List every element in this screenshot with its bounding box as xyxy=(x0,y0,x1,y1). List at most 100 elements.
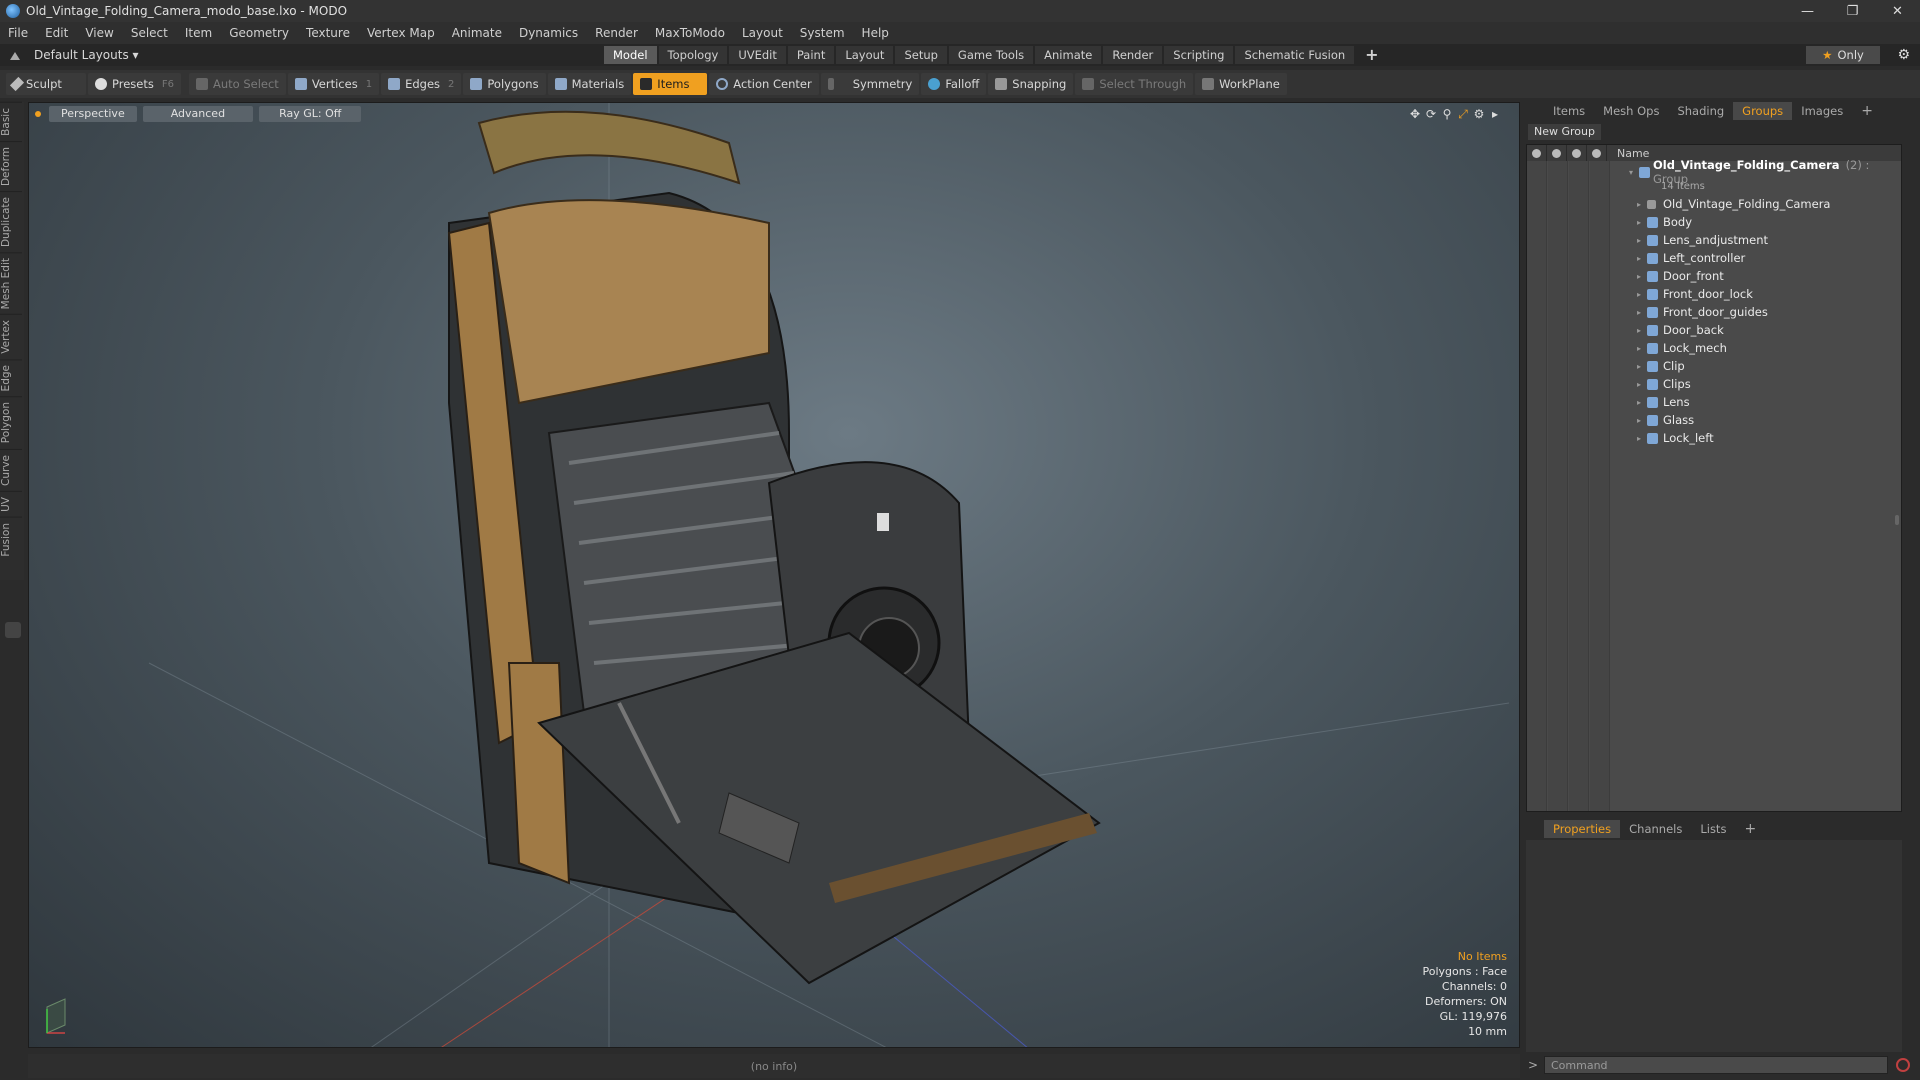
expand-icon[interactable]: ▸ xyxy=(1637,398,1641,407)
snapping-button[interactable]: Snapping xyxy=(988,73,1074,95)
menu-system[interactable]: System xyxy=(800,26,845,40)
menu-view[interactable]: View xyxy=(85,26,113,40)
gear-icon[interactable]: ⚙ xyxy=(1897,47,1910,63)
tooltab-duplicate[interactable]: Duplicate xyxy=(0,190,22,252)
vertices-button[interactable]: Vertices 1 xyxy=(287,73,380,95)
menu-vertex-map[interactable]: Vertex Map xyxy=(367,26,435,40)
action-center-button[interactable]: Action Center xyxy=(709,73,819,95)
expand-icon[interactable]: ▸ xyxy=(1637,416,1641,425)
menu-maxtomodo[interactable]: MaxToModo xyxy=(655,26,725,40)
symmetry-button[interactable]: Symmetry xyxy=(820,73,920,95)
list-item[interactable]: ▸ Front_door_lock xyxy=(1527,285,1901,303)
tooltab-mesh-edit[interactable]: Mesh Edit xyxy=(0,251,22,315)
layout-selector[interactable]: Default Layouts ▾ xyxy=(10,48,139,62)
menu-animate[interactable]: Animate xyxy=(452,26,502,40)
expand-icon[interactable]: ▸ xyxy=(1637,308,1641,317)
minimize-icon[interactable]: — xyxy=(1785,0,1830,22)
viewport-menu-icon[interactable]: ▸ xyxy=(1487,107,1503,121)
menu-texture[interactable]: Texture xyxy=(306,26,350,40)
tab-render[interactable]: Render xyxy=(1103,46,1163,64)
3d-viewport[interactable]: Perspective Advanced Ray GL: Off ✥ ⟳ ⚲ ⤢… xyxy=(28,102,1520,1048)
expand-icon[interactable]: ▸ xyxy=(1637,362,1641,371)
list-item[interactable]: ▸ Clips xyxy=(1527,375,1901,393)
expand-icon[interactable]: ▸ xyxy=(1637,326,1641,335)
toolbox-toggle-button[interactable] xyxy=(5,622,21,638)
viewport-settings-icon[interactable]: ⚙ xyxy=(1471,107,1487,121)
tab-layout[interactable]: Layout xyxy=(836,46,894,64)
collapse-icon[interactable]: ▾ xyxy=(1629,168,1633,177)
pan-icon[interactable]: ✥ xyxy=(1407,107,1423,121)
select-through-button[interactable]: Select Through xyxy=(1075,73,1194,95)
new-group-button[interactable]: New Group xyxy=(1528,124,1601,140)
visibility-column-icon[interactable] xyxy=(1527,145,1547,161)
expand-icon[interactable]: ▸ xyxy=(1637,380,1641,389)
restore-icon[interactable]: ❐ xyxy=(1830,0,1875,22)
sculpt-button[interactable]: Sculpt xyxy=(6,73,86,95)
tab-groups[interactable]: Groups xyxy=(1733,102,1793,120)
tab-setup[interactable]: Setup xyxy=(895,46,947,64)
menu-help[interactable]: Help xyxy=(862,26,889,40)
view-mode-button[interactable]: Perspective xyxy=(49,106,137,122)
list-item[interactable]: ▸ Door_back xyxy=(1527,321,1901,339)
tooltab-basic[interactable]: Basic xyxy=(0,102,22,141)
expand-icon[interactable]: ▸ xyxy=(1637,236,1641,245)
expand-icon[interactable]: ▸ xyxy=(1637,290,1641,299)
expand-icon[interactable]: ▸ xyxy=(1637,200,1641,209)
list-item[interactable]: ▸ Lens xyxy=(1527,393,1901,411)
tab-lists[interactable]: Lists xyxy=(1691,820,1735,838)
list-item[interactable]: ▸ Body xyxy=(1527,213,1901,231)
falloff-button[interactable]: Falloff xyxy=(921,73,987,95)
tooltab-fusion[interactable]: Fusion xyxy=(0,516,22,562)
menu-file[interactable]: File xyxy=(8,26,28,40)
fit-icon[interactable]: ⤢ xyxy=(1455,107,1471,121)
auto-select-button[interactable]: Auto Select xyxy=(188,73,286,95)
tab-game-tools[interactable]: Game Tools xyxy=(948,46,1034,64)
tab-animate[interactable]: Animate xyxy=(1035,46,1102,64)
list-item[interactable]: ▸ Glass xyxy=(1527,411,1901,429)
list-item[interactable]: ▸ Lock_mech xyxy=(1527,339,1901,357)
menu-render[interactable]: Render xyxy=(595,26,638,40)
select-column-icon[interactable] xyxy=(1587,145,1607,161)
tooltab-edge[interactable]: Edge xyxy=(0,358,22,397)
lock-column-icon[interactable] xyxy=(1567,145,1587,161)
expand-icon[interactable]: ▸ xyxy=(1637,434,1641,443)
tab-items[interactable]: Items xyxy=(1544,102,1594,120)
list-item[interactable]: ▸ Lock_left xyxy=(1527,429,1901,447)
tab-schematic-fusion[interactable]: Schematic Fusion xyxy=(1235,46,1355,64)
presets-button[interactable]: Presets F6 xyxy=(88,73,181,95)
tooltab-polygon[interactable]: Polygon xyxy=(0,396,22,449)
tab-model[interactable]: Model xyxy=(604,46,657,64)
add-tab-button[interactable]: + xyxy=(1356,46,1387,64)
render-column-icon[interactable] xyxy=(1547,145,1567,161)
list-item[interactable]: ▸ Front_door_guides xyxy=(1527,303,1901,321)
shading-mode-button[interactable]: Advanced xyxy=(142,106,254,122)
add-props-tab-button[interactable]: + xyxy=(1735,820,1765,838)
rotate-icon[interactable]: ⟳ xyxy=(1423,107,1439,121)
tab-channels[interactable]: Channels xyxy=(1620,820,1691,838)
polygons-button[interactable]: Polygons xyxy=(463,73,546,95)
list-item[interactable]: ▸ Left_controller xyxy=(1527,249,1901,267)
tab-mesh-ops[interactable]: Mesh Ops xyxy=(1594,102,1668,120)
items-button[interactable]: Items xyxy=(633,73,708,95)
add-panel-tab-button[interactable]: + xyxy=(1852,102,1882,120)
tooltab-uv[interactable]: UV xyxy=(0,490,22,517)
tab-shading[interactable]: Shading xyxy=(1668,102,1733,120)
scrollbar[interactable] xyxy=(1895,515,1899,525)
menu-layout[interactable]: Layout xyxy=(742,26,783,40)
menu-dynamics[interactable]: Dynamics xyxy=(519,26,578,40)
list-item[interactable]: ▸ Old_Vintage_Folding_Camera xyxy=(1527,195,1901,213)
tab-paint[interactable]: Paint xyxy=(787,46,835,64)
menu-edit[interactable]: Edit xyxy=(45,26,68,40)
tooltab-vertex[interactable]: Vertex xyxy=(0,314,22,359)
list-item[interactable]: ▸ Door_front xyxy=(1527,267,1901,285)
raygl-button[interactable]: Ray GL: Off xyxy=(259,106,362,122)
menu-geometry[interactable]: Geometry xyxy=(229,26,289,40)
tab-images[interactable]: Images xyxy=(1792,102,1852,120)
name-column-header[interactable]: Name xyxy=(1607,147,1649,160)
tab-topology[interactable]: Topology xyxy=(658,46,728,64)
command-input[interactable] xyxy=(1544,1056,1888,1074)
workplane-button[interactable]: WorkPlane xyxy=(1195,73,1287,95)
edges-button[interactable]: Edges 2 xyxy=(381,73,462,95)
menu-select[interactable]: Select xyxy=(131,26,168,40)
expand-icon[interactable]: ▸ xyxy=(1637,344,1641,353)
